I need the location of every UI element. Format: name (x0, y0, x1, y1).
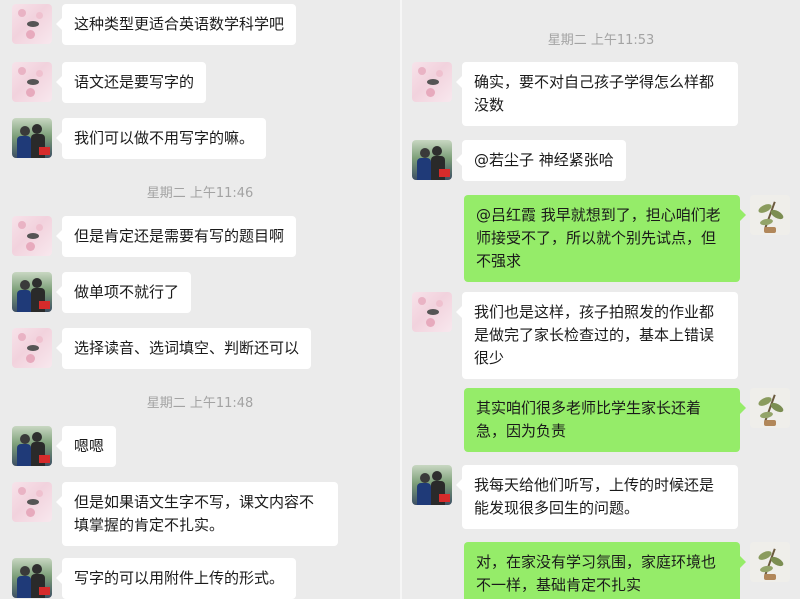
message-bubble[interactable]: 做单项不就行了 (55, 272, 192, 313)
people-avatar[interactable] (12, 558, 52, 598)
chat-pane-left[interactable]: 这种类型更适合英语数学科学吧 语文还是要写字的 我们可以做不用写字的嘛。 星期二… (0, 0, 400, 599)
blossom-avatar[interactable] (412, 292, 452, 332)
message-row: 语文还是要写字的 (12, 62, 207, 103)
message-row: 但是肯定还是需要有写的题目啊 (12, 216, 297, 257)
timestamp: 星期二 上午11:48 (146, 396, 254, 411)
message-bubble[interactable]: 我每天给他们听写，上传的时候还是能发现很多回生的问题。 (456, 465, 738, 529)
message-bubble[interactable]: 确实，要不对自己孩子学得怎么样都没数 (456, 62, 738, 126)
message-row: 但是如果语文生字不写，课文内容不填掌握的肯定不扎实。 (12, 482, 338, 546)
blossom-avatar[interactable] (12, 216, 52, 256)
message-row: 选择读音、选词填空、判断还可以 (12, 328, 312, 369)
blossom-avatar[interactable] (12, 62, 52, 102)
message-row: 这种类型更适合英语数学科学吧 (12, 4, 297, 45)
message-bubble[interactable]: @吕红霞 我早就想到了，担心咱们老师接受不了，所以就个别先试点，但不强求 (464, 195, 746, 282)
blossom-avatar[interactable] (12, 328, 52, 368)
message-bubble[interactable]: 语文还是要写字的 (55, 62, 207, 103)
message-row: 嗯嗯 (12, 426, 117, 467)
message-row: 写字的可以用附件上传的形式。 (12, 558, 297, 599)
message-bubble[interactable]: 我们也是这样，孩子拍照发的作业都是做完了家长检查过的，基本上错误很少 (456, 292, 738, 379)
message-row: @吕红霞 我早就想到了，担心咱们老师接受不了，所以就个别先试点，但不强求 (464, 195, 790, 282)
message-bubble[interactable]: 我们可以做不用写字的嘛。 (55, 118, 267, 159)
people-avatar[interactable] (412, 140, 452, 180)
message-row: 我们也是这样，孩子拍照发的作业都是做完了家长检查过的，基本上错误很少 (412, 292, 738, 379)
blossom-avatar[interactable] (412, 62, 452, 102)
message-row: 对，在家没有学习氛围，家庭环境也不一样，基础肯定不扎实 (464, 542, 790, 599)
people-avatar[interactable] (12, 272, 52, 312)
message-bubble[interactable]: @若尘子 神经紧张哈 (456, 140, 626, 181)
message-bubble[interactable]: 但是肯定还是需要有写的题目啊 (55, 216, 297, 257)
plant-avatar[interactable] (750, 195, 790, 235)
message-row: 我们可以做不用写字的嘛。 (12, 118, 267, 159)
plant-avatar[interactable] (750, 542, 790, 582)
plant-avatar[interactable] (750, 388, 790, 428)
message-bubble[interactable]: 对，在家没有学习氛围，家庭环境也不一样，基础肯定不扎实 (464, 542, 746, 599)
timestamp: 星期二 上午11:53 (547, 33, 655, 48)
message-bubble[interactable]: 但是如果语文生字不写，课文内容不填掌握的肯定不扎实。 (56, 482, 338, 546)
message-bubble[interactable]: 这种类型更适合英语数学科学吧 (55, 4, 297, 45)
message-bubble[interactable]: 选择读音、选词填空、判断还可以 (55, 328, 312, 369)
message-row: 做单项不就行了 (12, 272, 192, 313)
blossom-avatar[interactable] (12, 482, 52, 522)
timestamp: 星期二 上午11:46 (146, 186, 254, 201)
message-row: @若尘子 神经紧张哈 (412, 140, 626, 181)
people-avatar[interactable] (412, 465, 452, 505)
message-bubble[interactable]: 其实咱们很多老师比学生家长还着急，因为负责 (464, 388, 746, 452)
message-bubble[interactable]: 写字的可以用附件上传的形式。 (55, 558, 297, 599)
message-row: 确实，要不对自己孩子学得怎么样都没数 (412, 62, 738, 126)
people-avatar[interactable] (12, 118, 52, 158)
message-bubble[interactable]: 嗯嗯 (55, 426, 117, 467)
blossom-avatar[interactable] (12, 4, 52, 44)
chat-pane-right[interactable]: 星期二 上午11:53 确实，要不对自己孩子学得怎么样都没数 @若尘子 神经紧张… (402, 0, 800, 599)
message-row: 其实咱们很多老师比学生家长还着急，因为负责 (464, 388, 790, 452)
people-avatar[interactable] (12, 426, 52, 466)
message-row: 我每天给他们听写，上传的时候还是能发现很多回生的问题。 (412, 465, 738, 529)
